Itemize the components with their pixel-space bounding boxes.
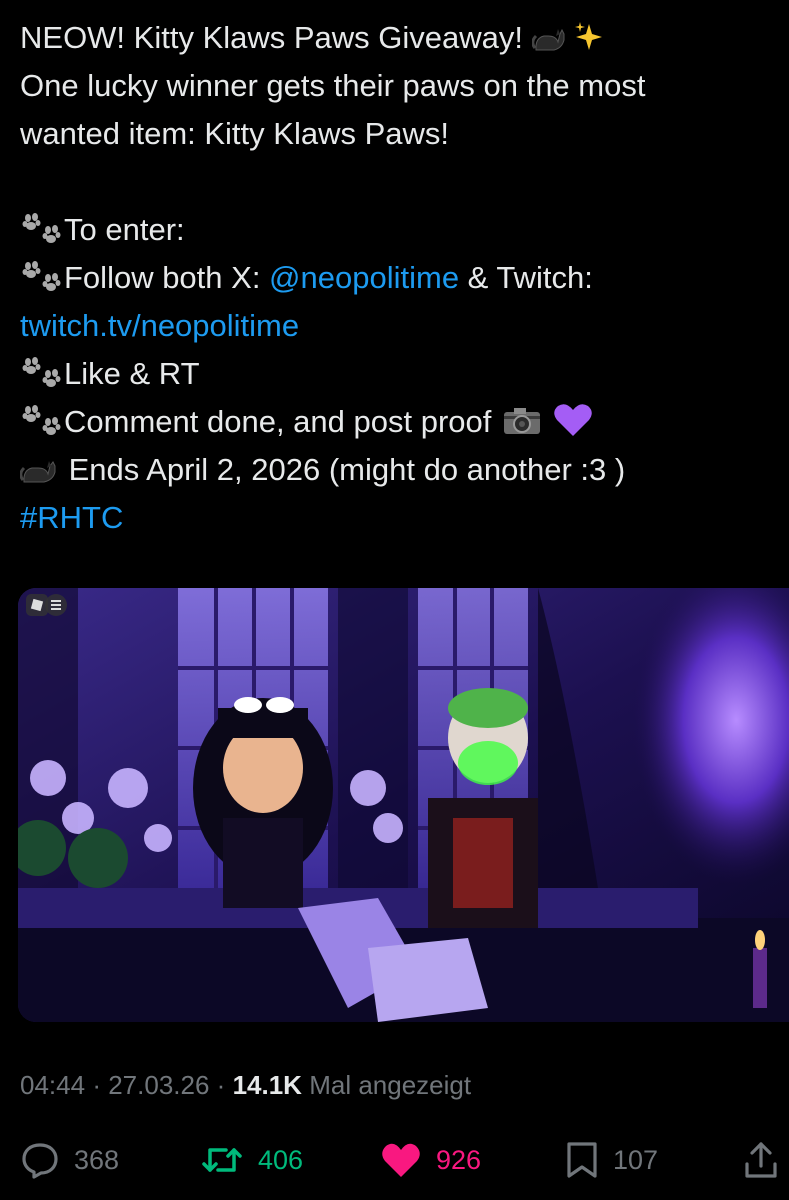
reply-button[interactable]: 368 [20,1136,119,1184]
like-count: 926 [436,1144,482,1175]
bookmark-icon [567,1142,597,1178]
share-button[interactable] [743,1136,779,1184]
views-count: 14.1K [232,1070,302,1100]
meta-separator: · [92,1070,101,1100]
action-bar: 368 406 926 107 [0,1136,789,1184]
bookmark-button[interactable]: 107 [565,1136,658,1184]
reply-count: 368 [74,1144,120,1175]
enter-label: To enter: [64,212,185,247]
paw-prints-icon [22,261,61,291]
follow-prefix: Follow both X: [64,260,270,295]
paw-prints-icon [22,405,61,435]
tweet-date[interactable]: 27.03.26 [108,1070,209,1100]
paw-prints-icon [22,213,61,243]
mention-link[interactable]: @neopolitime [269,260,459,295]
tweet-meta: 04:44 · 27.03.26 · 14.1K Mal angezeigt [20,1070,471,1101]
black-cat-icon [20,461,56,483]
hashtag-link[interactable]: #RHTC [20,500,123,535]
twitch-link[interactable]: twitch.tv/neopolitime [20,308,299,343]
sparkles-icon [575,22,603,50]
tweet-time[interactable]: 04:44 [20,1070,85,1100]
meta-separator: · [216,1070,226,1100]
game-screenshot [18,588,789,1022]
purple-heart-icon [553,404,592,436]
black-cat-icon [531,28,565,51]
tweet-line-2: One lucky winner gets their paws on the … [20,68,646,103]
paw-prints-icon [22,357,61,387]
retweet-count: 406 [258,1144,304,1175]
retweet-icon [202,1148,242,1172]
tweet-line-3: wanted item: Kitty Klaws Paws! [20,116,449,151]
like-button[interactable]: 926 [380,1136,481,1184]
bookmark-count: 107 [613,1144,659,1175]
tweet: NEOW! Kitty Klaws Paws Giveaway! One luc… [0,0,789,1200]
tweet-title: NEOW! Kitty Klaws Paws Giveaway! [20,20,524,55]
follow-mid: & Twitch: [459,260,593,295]
views-label: Mal angezeigt [309,1070,472,1100]
comment-text: Comment done, and post proof [64,404,500,439]
camera-icon [503,408,540,434]
reply-icon [22,1143,58,1179]
share-icon [745,1142,777,1178]
tweet-text: NEOW! Kitty Klaws Paws Giveaway! One luc… [20,14,780,542]
retweet-button[interactable]: 406 [200,1136,303,1184]
heart-icon [382,1143,420,1177]
like-rt-text: Like & RT [64,356,200,391]
ends-text: Ends April 2, 2026 (might do another :3 … [60,452,626,487]
tweet-image[interactable] [18,588,789,1022]
